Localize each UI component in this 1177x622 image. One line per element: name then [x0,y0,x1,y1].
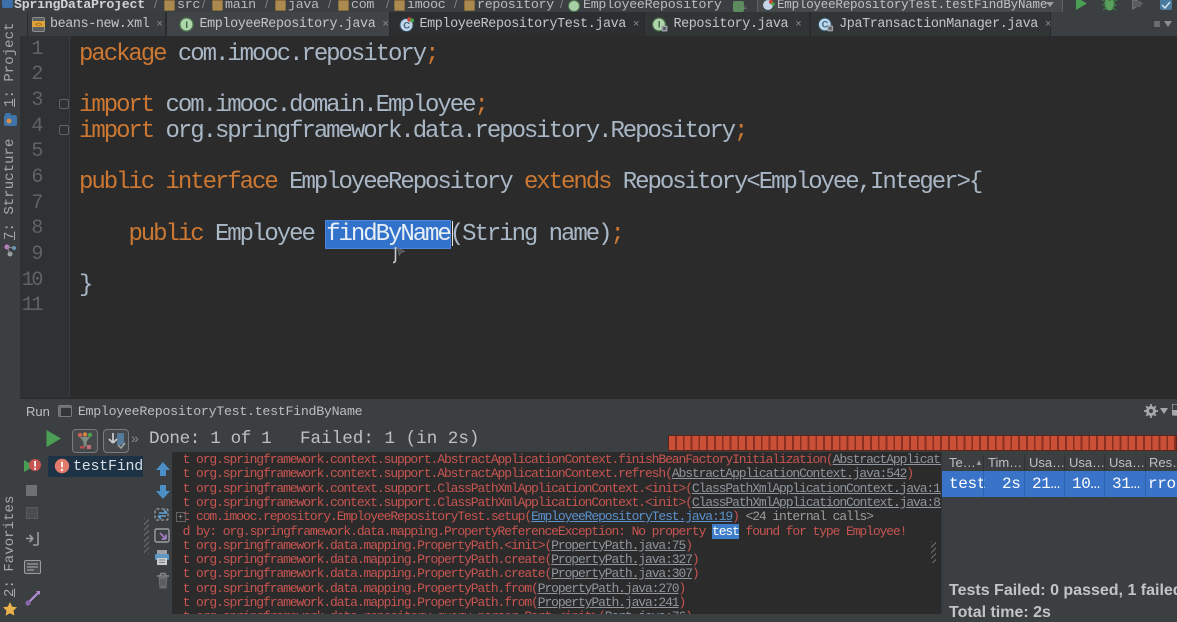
svg-text:C: C [403,20,410,31]
svg-text:<>: <> [35,21,42,28]
svg-text:I: I [658,19,660,30]
svg-text:I: I [185,19,187,30]
